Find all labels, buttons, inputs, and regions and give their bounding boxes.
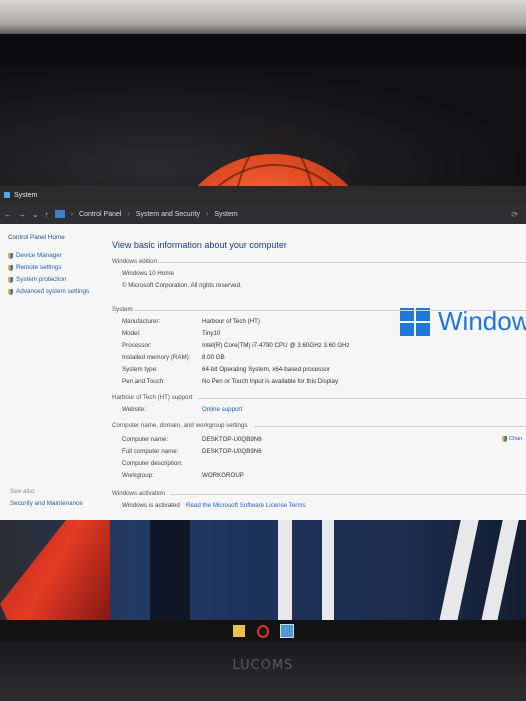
file-explorer-icon[interactable] xyxy=(233,625,245,637)
full-computer-name-label: Full computer name: xyxy=(122,448,179,455)
control-panel-home-link[interactable]: Control Panel Home xyxy=(8,234,65,241)
divider xyxy=(158,262,526,263)
support-section-title: Harbour of Tech (HT) support xyxy=(112,394,193,401)
left-nav-pane: Control Panel Home Device Manager Remote… xyxy=(0,224,108,520)
advanced-system-settings-link[interactable]: Advanced system settings xyxy=(8,288,89,295)
chevron-right-icon: › xyxy=(70,210,74,218)
computer-name-label: Computer name: xyxy=(122,436,169,443)
forward-arrow-icon[interactable]: → xyxy=(18,210,26,219)
workgroup-value: WORKGROUP xyxy=(202,472,244,479)
nav-label: Remote settings xyxy=(16,264,62,271)
computer-description-label: Computer description: xyxy=(122,460,183,467)
model-label: Model: xyxy=(122,330,141,337)
chevron-right-icon: › xyxy=(127,210,130,218)
divider xyxy=(134,310,526,311)
refresh-icon[interactable]: ⟳ xyxy=(511,210,518,219)
change-settings-label: Chan xyxy=(509,436,523,442)
computer-name-value: DESKTOP-U0QB9N6 xyxy=(202,436,262,443)
remote-settings-link[interactable]: Remote settings xyxy=(8,264,62,271)
pen-touch-label: Pen and Touch: xyxy=(122,378,165,385)
divider xyxy=(170,494,526,495)
see-also-label: See also xyxy=(10,488,35,495)
pen-touch-value: No Pen or Touch Input is available for t… xyxy=(202,378,339,385)
window-title: System xyxy=(14,191,38,199)
taskbar xyxy=(0,620,526,642)
address-bar[interactable]: ← → ⌄ ↑ › Control Panel › System and Sec… xyxy=(0,204,526,224)
manufacturer-value: Harbour of Tech (HT) xyxy=(202,318,260,325)
system-window-taskbar-icon[interactable] xyxy=(280,624,294,638)
chevron-down-icon[interactable]: ⌄ xyxy=(32,210,39,219)
main-pane: View basic information about your comput… xyxy=(112,224,526,520)
nav-label: Device Manager xyxy=(16,252,62,259)
copyright-text: © Microsoft Corporation. All rights rese… xyxy=(122,282,242,289)
workgroup-label: Workgroup: xyxy=(122,472,154,479)
system-protection-link[interactable]: System protection xyxy=(8,276,66,283)
windows-flag-icon xyxy=(400,307,430,336)
page-title: View basic information about your comput… xyxy=(112,240,287,250)
desktop-wallpaper-top xyxy=(0,66,526,192)
manufacturer-label: Manufacturer: xyxy=(122,318,161,325)
shield-icon xyxy=(8,252,13,259)
model-value: Tiny10 xyxy=(202,330,221,337)
shield-icon xyxy=(8,288,13,295)
online-support-link[interactable]: Online support xyxy=(202,406,242,413)
change-settings-link[interactable]: Chan xyxy=(502,436,522,442)
activation-status: Windows is activated xyxy=(122,502,180,509)
up-arrow-icon[interactable]: ↑ xyxy=(45,210,49,219)
window-content: Control Panel Home Device Manager Remote… xyxy=(0,224,526,520)
computer-name-section-title: Computer name, domain, and workgroup set… xyxy=(112,422,248,429)
edition-name: Windows 10 Home xyxy=(122,270,174,277)
security-maintenance-link[interactable]: Security and Maintenance xyxy=(10,500,83,507)
shield-icon xyxy=(8,276,13,283)
monitor-frame xyxy=(0,34,526,70)
ram-label: Installed memory (RAM): xyxy=(122,354,191,361)
back-arrow-icon[interactable]: ← xyxy=(4,210,12,219)
monitor-brand-logo: LUCOMS xyxy=(232,658,294,673)
device-manager-link[interactable]: Device Manager xyxy=(8,252,62,259)
processor-value: Intel(R) Core(TM) i7-4790 CPU @ 3.60GHz … xyxy=(202,342,350,349)
control-panel-icon xyxy=(54,210,65,218)
window-titlebar[interactable]: System xyxy=(0,186,526,204)
activation-section-title: Windows activation xyxy=(112,490,165,497)
opera-browser-icon[interactable] xyxy=(257,624,269,638)
nav-label: Advanced system settings xyxy=(16,288,90,295)
breadcrumb-system[interactable]: System xyxy=(214,211,237,218)
divider xyxy=(254,426,526,427)
processor-label: Processor: xyxy=(122,342,152,349)
nav-label: System protection xyxy=(16,276,67,283)
shield-icon xyxy=(502,436,507,442)
breadcrumb-system-security[interactable]: System and Security xyxy=(136,211,200,218)
divider xyxy=(198,398,526,399)
website-label: Website: xyxy=(122,406,146,413)
system-section-title: System xyxy=(112,306,133,313)
full-computer-name-value: DESKTOP-U0QB9N6 xyxy=(202,448,262,455)
system-type-value: 64-bit Operating System, x64-based proce… xyxy=(202,366,330,373)
ram-value: 8.00 GB xyxy=(202,354,225,361)
chevron-right-icon: › xyxy=(206,210,209,218)
shield-icon xyxy=(8,264,13,271)
edition-section-title: Windows edition xyxy=(112,258,158,265)
breadcrumb-control-panel[interactable]: Control Panel xyxy=(79,211,121,218)
system-window: System ← → ⌄ ↑ › Control Panel › System … xyxy=(0,186,526,520)
license-terms-link[interactable]: Read the Microsoft Software License Term… xyxy=(186,502,306,509)
system-icon xyxy=(4,192,10,198)
system-type-label: System type: xyxy=(122,366,158,373)
